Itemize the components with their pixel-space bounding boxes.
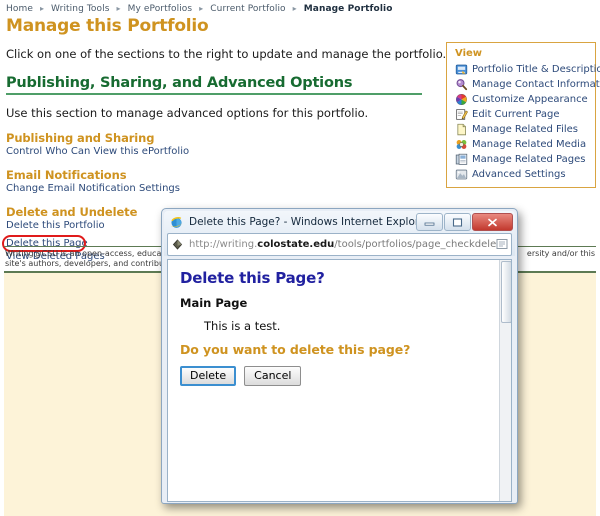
dialog-scrollbar-thumb[interactable]: [501, 261, 511, 323]
dialog-inner: Delete this Page? Main Page This is a te…: [168, 260, 511, 395]
delete-page-dialog-window[interactable]: Delete this Page? - Windows Internet Exp…: [161, 208, 518, 504]
site-favicon-icon: [172, 239, 183, 250]
maximize-button[interactable]: [444, 213, 471, 231]
portfolio-title-icon: [455, 64, 468, 75]
link-delete-this-page[interactable]: Delete this Page: [6, 238, 88, 249]
compatibility-view-icon[interactable]: [496, 238, 508, 251]
window-chrome: Delete this Page? - Windows Internet Exp…: [164, 211, 515, 256]
breadcrumb-item-my-eportfolios[interactable]: My ePortfolios: [128, 4, 193, 14]
view-item-label: Manage Contact Information: [472, 79, 600, 90]
dialog-scrollbar[interactable]: [499, 260, 511, 501]
breadcrumb-separator-icon: ▸: [199, 4, 204, 13]
view-item-portfolio-title-description[interactable]: Portfolio Title & Description: [447, 62, 600, 77]
view-item-manage-contact-information[interactable]: Manage Contact Information: [447, 77, 600, 92]
view-item-label: Advanced Settings: [472, 169, 566, 180]
view-item-customize-appearance[interactable]: Customize Appearance: [447, 92, 595, 107]
dialog-button-row: Delete Cancel: [180, 366, 499, 386]
breadcrumb-item-home[interactable]: Home: [6, 4, 33, 14]
link-change-email-notification-settings[interactable]: Change Email Notification Settings: [6, 183, 180, 194]
window-title: Delete this Page? - Windows Internet Exp…: [189, 216, 416, 228]
url-protocol: http://writing.: [189, 239, 258, 250]
link-control-who-can-view[interactable]: Control Who Can View this ePortfolio: [6, 146, 189, 157]
view-item-label: Edit Current Page: [472, 109, 560, 120]
view-item-label: Manage Related Media: [472, 139, 587, 150]
view-item-manage-related-files[interactable]: Manage Related Files: [447, 122, 595, 137]
dialog-heading: Delete this Page?: [180, 269, 325, 287]
breadcrumb: Home ▸ Writing Tools ▸ My ePortfolios ▸ …: [0, 0, 600, 14]
magnifier-icon: [456, 79, 468, 91]
color-wheel-icon: [456, 94, 467, 105]
view-item-edit-current-page[interactable]: Edit Current Page: [447, 107, 595, 122]
breadcrumb-separator-icon: ▸: [116, 4, 121, 13]
dialog-page-name: Main Page: [180, 296, 248, 310]
breadcrumb-separator-icon: ▸: [39, 4, 45, 13]
view-item-label: Customize Appearance: [472, 94, 588, 105]
window-titlebar[interactable]: Delete this Page? - Windows Internet Exp…: [164, 211, 515, 233]
delete-button[interactable]: Delete: [180, 366, 237, 386]
link-delete-this-portfolio[interactable]: Delete this Portfolio: [6, 220, 105, 231]
media-flower-icon: [456, 140, 467, 149]
footer-line-1-right: ersity and/or this: [526, 249, 595, 258]
view-item-manage-related-media[interactable]: Manage Related Media: [447, 137, 595, 152]
address-bar[interactable]: http://writing.colostate.edu/tools/portf…: [167, 233, 512, 256]
breadcrumb-item-manage-portfolio: Manage Portfolio: [303, 4, 393, 14]
pencil-edit-icon: [456, 109, 468, 120]
page-title: Manage this Portfolio: [6, 16, 209, 36]
cancel-button[interactable]: Cancel: [244, 366, 302, 386]
pages-icon: [455, 153, 468, 165]
address-bar-url: http://writing.colostate.edu/tools/portf…: [189, 239, 496, 250]
url-domain: colostate.edu: [257, 239, 335, 250]
annotated-link-wrapper: Delete this Page: [2, 235, 88, 252]
view-item-label: Portfolio Title & Description: [472, 64, 600, 75]
view-item-advanced-settings[interactable]: Advanced Settings: [447, 167, 595, 182]
minimize-button[interactable]: [416, 213, 443, 231]
file-icon: [457, 123, 466, 136]
breadcrumb-item-writing-tools[interactable]: Writing Tools: [51, 4, 109, 14]
dialog-body-text: This is a test.: [204, 319, 281, 333]
section-title: Publishing, Sharing, and Advanced Option…: [6, 75, 422, 95]
breadcrumb-item-current-portfolio[interactable]: Current Portfolio: [210, 4, 285, 14]
view-panel: View Portfolio Title & Description Manag…: [446, 42, 600, 188]
dialog-content-area: Delete this Page? Main Page This is a te…: [167, 259, 512, 502]
footer-line-1: Writing@CSU is an open-access, education…: [5, 249, 184, 258]
dialog-confirm-question: Do you want to delete this page?: [180, 342, 411, 357]
view-item-label: Manage Related Pages: [472, 154, 586, 165]
breadcrumb-separator-icon: ▸: [292, 4, 297, 13]
url-path: /tools/portfolios/page_checkdelete.cfm: [334, 239, 496, 250]
close-button[interactable]: [472, 213, 513, 231]
view-panel-title: View: [455, 48, 483, 59]
advanced-settings-icon: [455, 169, 468, 180]
view-item-manage-related-pages[interactable]: Manage Related Pages: [447, 152, 595, 167]
view-item-label: Manage Related Files: [472, 124, 579, 135]
window-controls: [416, 213, 513, 231]
internet-explorer-icon: [170, 216, 183, 228]
